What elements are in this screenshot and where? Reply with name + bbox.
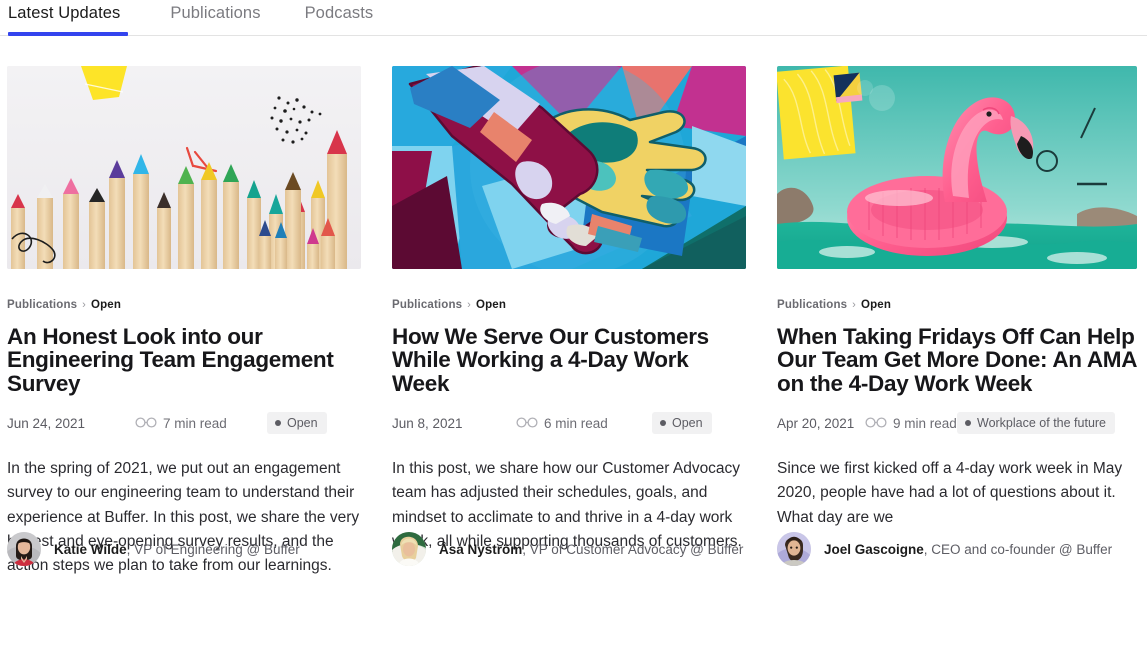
tab-publications-label: Publications xyxy=(170,4,261,22)
author-text: Joel Gascoigne, CEO and co-founder @ Buf… xyxy=(824,542,1112,557)
tab-podcasts-label: Podcasts xyxy=(304,4,374,22)
breadcrumb-separator-icon: › xyxy=(82,299,86,311)
author-role: , VP of Engineering @ Buffer xyxy=(126,541,300,557)
article-author[interactable]: Åsa Nyström, VP of Customer Advocacy @ B… xyxy=(392,532,743,567)
pink-flamingo-float-image xyxy=(777,66,1137,269)
asa-nystrom-avatar-image xyxy=(392,532,426,567)
author-role: , CEO and co-founder @ Buffer xyxy=(923,541,1113,557)
article-title[interactable]: How We Serve Our Customers While Working… xyxy=(392,325,746,395)
publish-date: Apr 20, 2021 xyxy=(777,415,855,431)
article-card-grid: Publications › Open An Honest Look into … xyxy=(0,36,1147,578)
badge-label: Open xyxy=(287,416,318,431)
breadcrumb-category[interactable]: Publications xyxy=(392,299,462,311)
glasses-icon xyxy=(865,416,887,431)
article-meta: Apr 20, 2021 9 min read Workplace of the… xyxy=(777,411,1137,435)
article-author[interactable]: Katie Wilde, VP of Engineering @ Buffer xyxy=(7,532,300,567)
badge-dot-icon xyxy=(275,420,281,427)
article-card: Publications › Open How We Serve Our Cus… xyxy=(392,66,746,578)
glasses-icon xyxy=(135,416,157,431)
latest-updates-page: Latest Updates Publications Podcasts Pub… xyxy=(0,0,1147,646)
status-badge[interactable]: Open xyxy=(652,412,712,435)
article-meta: Jun 24, 2021 7 min read Open xyxy=(7,411,361,435)
article-thumbnail-flamingo[interactable] xyxy=(777,66,1137,269)
article-card: Publications › Open When Taking Fridays … xyxy=(777,66,1137,578)
article-card: Publications › Open An Honest Look into … xyxy=(7,66,361,578)
read-time-label: 6 min read xyxy=(544,415,608,431)
article-thumbnail-pencils[interactable] xyxy=(7,66,361,269)
tab-latest-updates[interactable]: Latest Updates xyxy=(8,0,148,35)
breadcrumb-subcategory[interactable]: Open xyxy=(91,299,121,311)
breadcrumb-subcategory[interactable]: Open xyxy=(861,299,891,311)
avatar xyxy=(392,532,426,567)
article-title[interactable]: When Taking Fridays Off Can Help Our Tea… xyxy=(777,325,1137,395)
publish-date: Jun 8, 2021 xyxy=(392,415,463,431)
tab-publications[interactable]: Publications xyxy=(148,0,282,35)
status-badge[interactable]: Workplace of the future xyxy=(957,412,1116,435)
read-time: 9 min read xyxy=(865,416,957,431)
badge-dot-icon xyxy=(660,420,666,427)
article-author[interactable]: Joel Gascoigne, CEO and co-founder @ Buf… xyxy=(777,532,1112,567)
badge-dot-icon xyxy=(965,420,971,427)
glasses-icon xyxy=(516,416,538,431)
tab-bar: Latest Updates Publications Podcasts xyxy=(0,0,1147,36)
status-badge[interactable]: Open xyxy=(267,412,327,435)
badge-label: Open xyxy=(672,416,703,431)
avatar xyxy=(777,532,811,567)
author-name: Katie Wilde xyxy=(54,541,127,557)
breadcrumb: Publications › Open xyxy=(7,298,361,312)
read-time: 7 min read xyxy=(135,416,267,431)
article-meta: Jun 8, 2021 6 min read Open xyxy=(392,411,746,435)
badge-label: Workplace of the future xyxy=(977,416,1107,431)
breadcrumb-category[interactable]: Publications xyxy=(777,299,847,311)
read-time-label: 7 min read xyxy=(163,415,227,431)
joel-gascoigne-avatar-image xyxy=(777,532,811,567)
read-time-label: 9 min read xyxy=(893,415,957,431)
article-title[interactable]: An Honest Look into our Engineering Team… xyxy=(7,325,361,395)
author-role: , VP of Customer Advocacy @ Buffer xyxy=(522,541,744,557)
breadcrumb-subcategory[interactable]: Open xyxy=(476,299,506,311)
avatar xyxy=(7,532,41,567)
article-excerpt: Since we first kicked off a 4-day work w… xyxy=(777,460,1123,526)
breadcrumb-separator-icon: › xyxy=(852,299,856,311)
author-text: Katie Wilde, VP of Engineering @ Buffer xyxy=(54,542,300,557)
breadcrumb: Publications › Open xyxy=(392,298,746,312)
author-name: Joel Gascoigne xyxy=(824,541,924,557)
author-name: Åsa Nyström xyxy=(439,541,523,557)
tab-latest-updates-label: Latest Updates xyxy=(8,4,121,22)
geometric-hands-mural-image xyxy=(392,66,746,269)
read-time: 6 min read xyxy=(516,416,652,431)
breadcrumb-category[interactable]: Publications xyxy=(7,299,77,311)
colored-pencils-image xyxy=(7,66,361,269)
publish-date: Jun 24, 2021 xyxy=(7,415,86,431)
breadcrumb: Publications › Open xyxy=(777,298,1137,312)
article-thumbnail-hands-mural[interactable] xyxy=(392,66,746,269)
katie-wilde-avatar-image xyxy=(7,532,41,567)
tab-podcasts[interactable]: Podcasts xyxy=(283,0,396,35)
author-text: Åsa Nyström, VP of Customer Advocacy @ B… xyxy=(439,542,743,557)
breadcrumb-separator-icon: › xyxy=(467,299,471,311)
